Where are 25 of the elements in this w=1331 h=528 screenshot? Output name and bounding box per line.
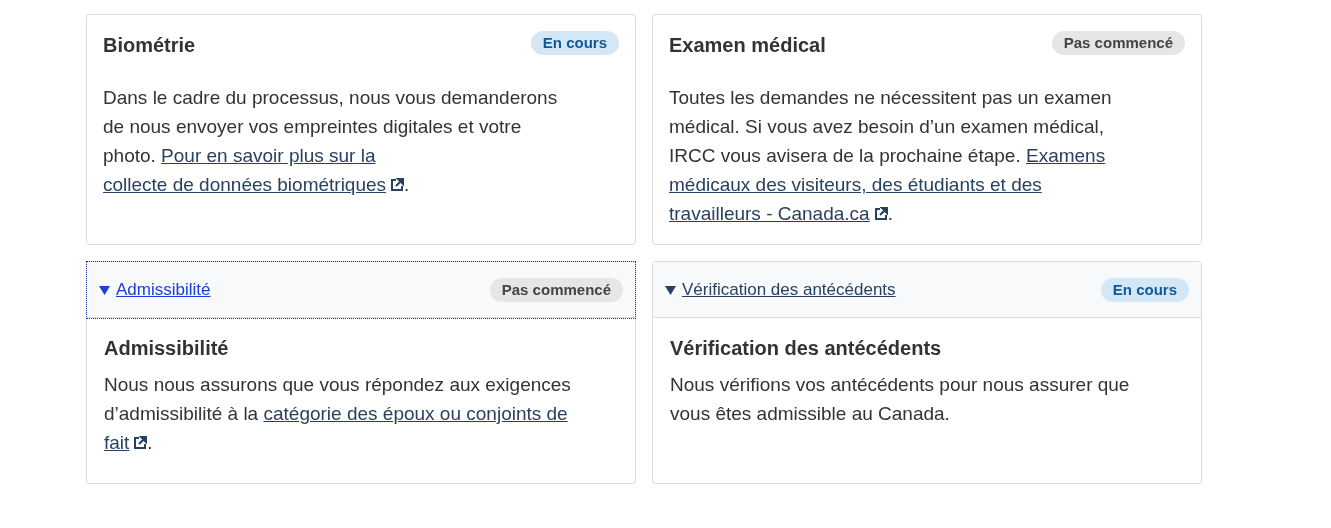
description: Toutes les demandes ne nécessitent pas un examen médical. Si vous avez besoin d’un examen médical, IRCC vous avisera de la prochaine étape. Examens médicaux des visiteurs, des étudiants et des travailleurs - Canada.ca . <box>669 86 1113 226</box>
card-title: Vérification des antécédents <box>670 336 943 361</box>
card-title: Examen médical <box>669 33 826 58</box>
link[interactable]: catégorie des époux ou conjoints de <box>263 403 568 424</box>
accordion-header[interactable]: Admissibilité Pas commencé <box>87 262 635 318</box>
link[interactable]: collecte de données biométriques <box>103 174 387 195</box>
card-title: Admissibilité <box>104 336 230 361</box>
status-badge: En cours <box>1100 277 1189 302</box>
status-badge: Pas commencé <box>1051 31 1185 55</box>
caret-down-icon <box>99 284 110 295</box>
link[interactable]: travailleurs - Canada.ca <box>669 203 870 224</box>
description: Nous vérifions vos antécédents pour nous assurer que vous êtes admissible au Canada. <box>670 373 1131 426</box>
status-badge: Pas commencé <box>489 277 623 302</box>
link[interactable]: médicaux des visiteurs, des étudiants et des <box>669 174 1042 195</box>
status-badge: En cours <box>530 31 619 55</box>
link[interactable]: Examens <box>1026 145 1106 166</box>
description: Dans le cadre du processus, nous vous demanderons de nous envoyer vos empreintes digitales et votre photo. Pour en savoir plus sur la collecte de données biométriques . <box>103 86 559 197</box>
link[interactable]: fait <box>104 432 130 453</box>
accordion-toggle[interactable]: Admissibilité <box>99 279 211 300</box>
accordion-toggle[interactable]: Vérification des antécédents <box>665 279 896 300</box>
caret-down-icon <box>665 284 676 295</box>
link[interactable]: Pour en savoir plus sur la <box>161 145 376 166</box>
accordion-header[interactable]: Vérification des antécédents En cours <box>653 262 1201 318</box>
card-title: Biométrie <box>103 33 196 58</box>
description: Nous nous assurons que vous répondez aux exigences d’admissibilité à la catégorie des époux ou conjoints de fait . <box>104 373 572 455</box>
